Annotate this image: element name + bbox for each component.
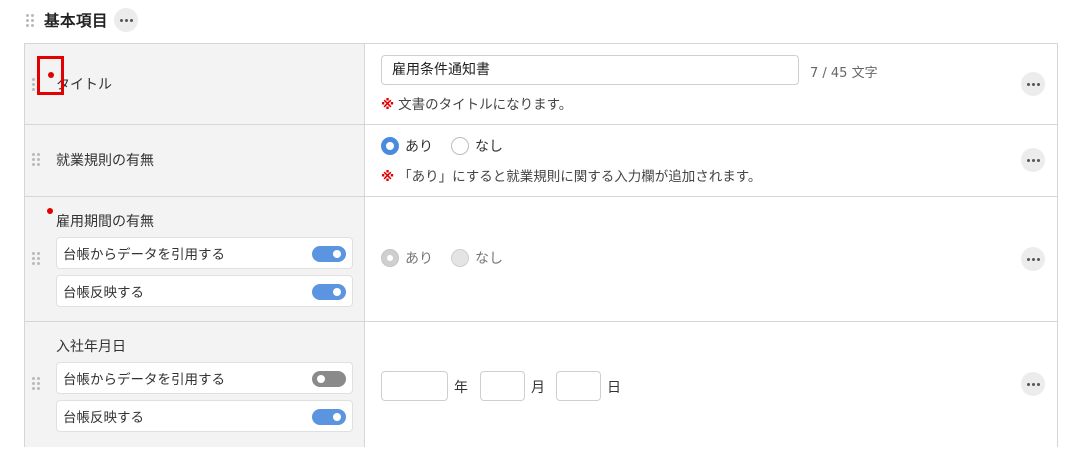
field-row-rules: 就業規則の有無 あり なし ※ 「あり」にすると就業規則に関する入力欄が追加されま… bbox=[25, 125, 1057, 197]
field-label-cell: 雇用期間の有無 台帳からデータを引用する 台帳反映する bbox=[25, 197, 365, 321]
sub-option-label: 台帳からデータを引用する bbox=[63, 372, 225, 388]
month-unit: 月 bbox=[531, 380, 545, 396]
row-more-button[interactable] bbox=[1021, 72, 1045, 96]
radio-option-ari[interactable]: あり bbox=[381, 136, 433, 156]
sub-option-quote-ledger: 台帳からデータを引用する bbox=[56, 237, 353, 269]
section-drag-handle-icon[interactable] bbox=[26, 13, 34, 27]
radio-label: なし bbox=[475, 139, 503, 155]
toggle-switch[interactable] bbox=[312, 371, 346, 387]
sub-option-label: 台帳からデータを引用する bbox=[63, 247, 225, 263]
field-label-join-date: 入社年月日 bbox=[56, 339, 126, 355]
month-input[interactable] bbox=[480, 371, 525, 401]
radio-label: あり bbox=[405, 251, 433, 267]
note-mark: ※ bbox=[381, 97, 395, 113]
highlight-box bbox=[37, 56, 64, 95]
field-row-title: タイトル 雇用条件通知書 7 / 45 文字 ※ 文書のタイトルになります。 bbox=[25, 44, 1057, 125]
field-label-period: 雇用期間の有無 bbox=[56, 214, 154, 230]
radio-selected-icon[interactable] bbox=[381, 137, 399, 155]
sub-option-quote-ledger: 台帳からデータを引用する bbox=[56, 362, 353, 394]
field-row-join-date: 入社年月日 台帳からデータを引用する 台帳反映する 年 月 日 bbox=[25, 322, 1057, 447]
sub-option-label: 台帳反映する bbox=[63, 285, 144, 301]
row-more-button[interactable] bbox=[1021, 148, 1045, 172]
section-more-button[interactable] bbox=[114, 8, 139, 32]
section-title: 基本項目 bbox=[44, 12, 109, 30]
toggle-switch[interactable] bbox=[312, 284, 346, 300]
radio-label: なし bbox=[475, 251, 503, 267]
sub-option-label: 台帳反映する bbox=[63, 410, 144, 426]
radio-disabled-icon[interactable] bbox=[451, 249, 469, 267]
radio-selected-disabled-icon[interactable] bbox=[381, 249, 399, 267]
required-indicator bbox=[47, 208, 53, 214]
field-row-period: 雇用期間の有無 台帳からデータを引用する 台帳反映する あり なし bbox=[25, 197, 1057, 322]
toggle-switch[interactable] bbox=[312, 409, 346, 425]
year-unit: 年 bbox=[454, 380, 468, 396]
radio-option-ari[interactable]: あり bbox=[381, 248, 433, 268]
field-content-cell: あり なし bbox=[365, 197, 1057, 321]
sub-option-reflect-ledger: 台帳反映する bbox=[56, 400, 353, 432]
toggle-switch[interactable] bbox=[312, 246, 346, 262]
day-input[interactable] bbox=[556, 371, 601, 401]
note-text: 「あり」にすると就業規則に関する入力欄が追加されます。 bbox=[398, 169, 762, 185]
day-unit: 日 bbox=[607, 380, 621, 396]
row-more-button[interactable] bbox=[1021, 247, 1045, 271]
title-note: ※ 文書のタイトルになります。 bbox=[381, 93, 572, 113]
field-content-cell: あり なし ※ 「あり」にすると就業規則に関する入力欄が追加されます。 bbox=[365, 125, 1057, 196]
title-input[interactable]: 雇用条件通知書 bbox=[381, 55, 799, 85]
field-label-title: タイトル bbox=[56, 77, 112, 93]
note-mark: ※ bbox=[381, 169, 395, 185]
field-content-cell: 年 月 日 bbox=[365, 322, 1057, 447]
field-label-cell: 入社年月日 台帳からデータを引用する 台帳反映する bbox=[25, 322, 365, 447]
row-drag-handle-icon[interactable] bbox=[32, 377, 40, 390]
radio-label: あり bbox=[405, 139, 433, 155]
field-label-cell: 就業規則の有無 bbox=[25, 125, 365, 196]
section-header: 基本項目 bbox=[26, 8, 139, 32]
row-drag-handle-icon[interactable] bbox=[32, 153, 40, 166]
field-label-rules: 就業規則の有無 bbox=[56, 153, 154, 169]
radio-unselected-icon[interactable] bbox=[451, 137, 469, 155]
note-text: 文書のタイトルになります。 bbox=[398, 97, 573, 113]
field-content-cell: 雇用条件通知書 7 / 45 文字 ※ 文書のタイトルになります。 bbox=[365, 44, 1057, 124]
row-drag-handle-icon[interactable] bbox=[32, 252, 40, 265]
row-more-button[interactable] bbox=[1021, 372, 1045, 396]
sub-option-reflect-ledger: 台帳反映する bbox=[56, 275, 353, 307]
field-label-cell: タイトル bbox=[25, 44, 365, 124]
rules-radio-group: あり なし bbox=[381, 136, 521, 156]
form-table: タイトル 雇用条件通知書 7 / 45 文字 ※ 文書のタイトルになります。 就業… bbox=[24, 43, 1058, 447]
year-input[interactable] bbox=[381, 371, 448, 401]
char-count: 7 / 45 文字 bbox=[810, 66, 878, 81]
radio-option-nashi[interactable]: なし bbox=[451, 248, 503, 268]
rules-note: ※ 「あり」にすると就業規則に関する入力欄が追加されます。 bbox=[381, 165, 761, 185]
period-radio-group: あり なし bbox=[381, 248, 521, 268]
radio-option-nashi[interactable]: なし bbox=[451, 136, 503, 156]
